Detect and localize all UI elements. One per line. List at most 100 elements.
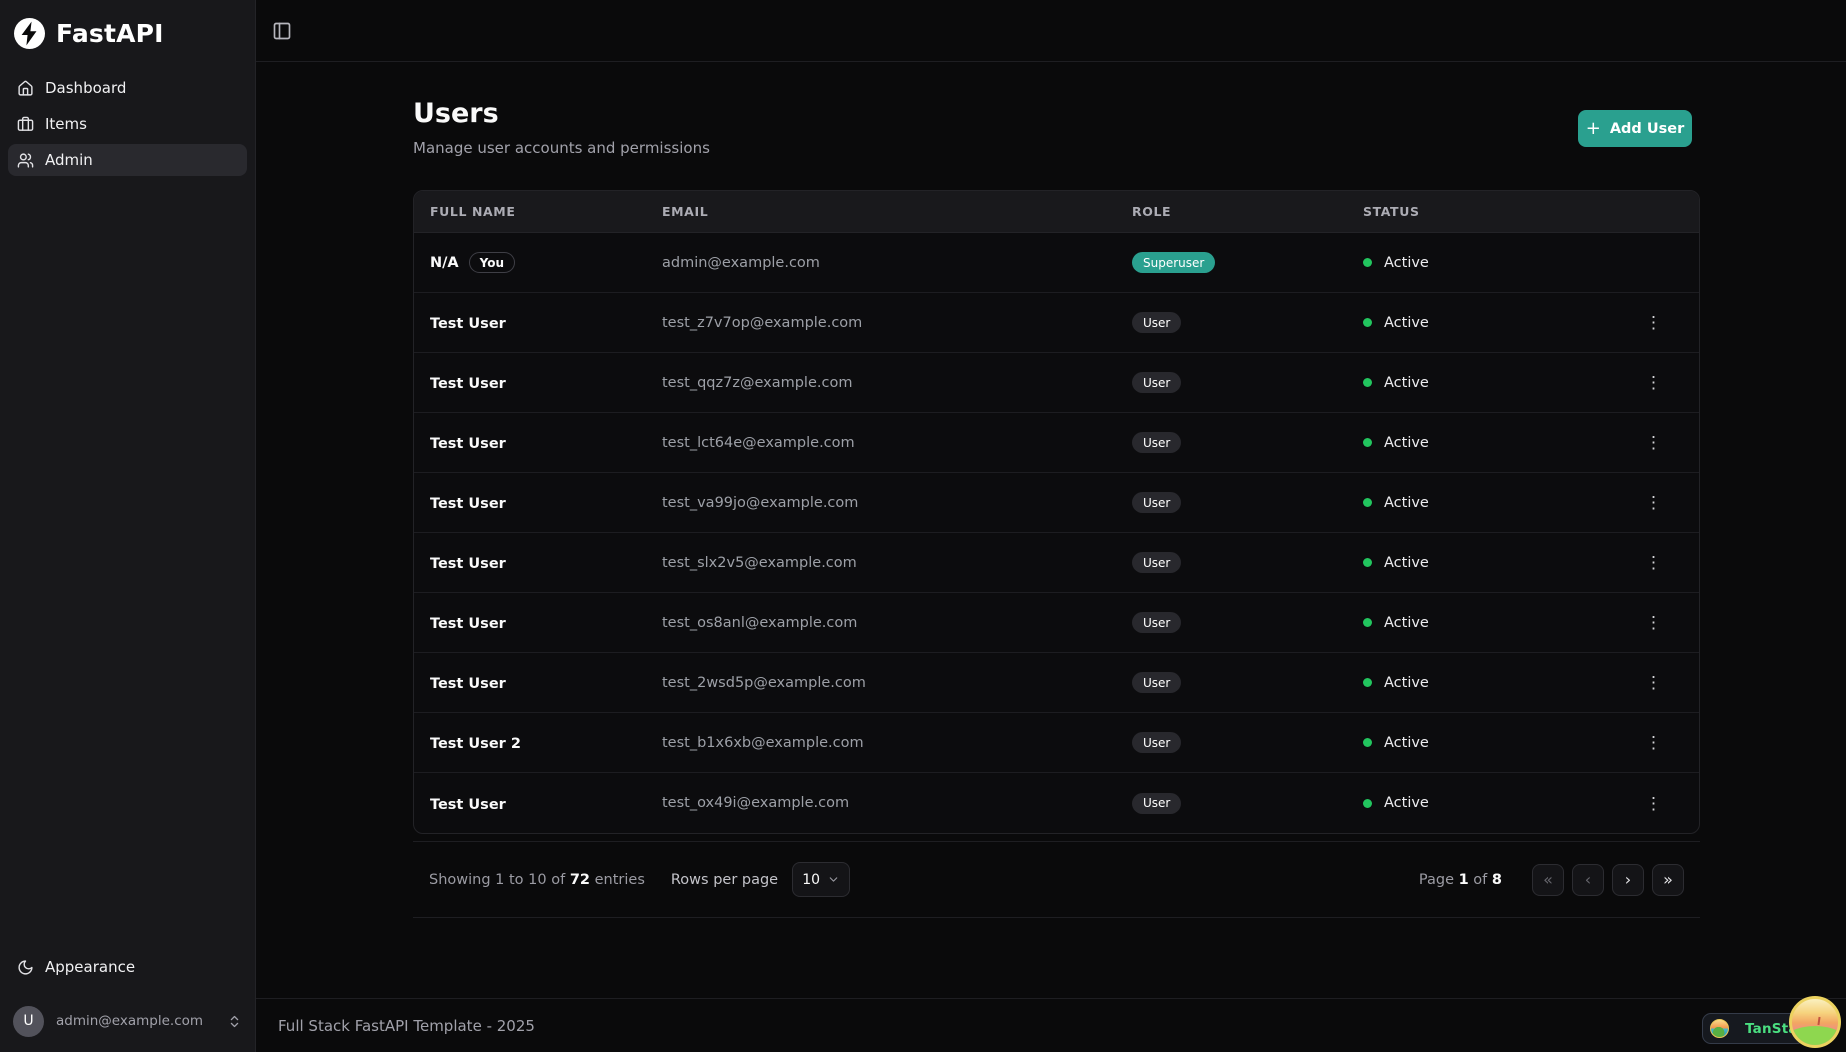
column-header-full-name: FULL NAME xyxy=(430,204,516,219)
user-email: admin@example.com xyxy=(662,254,820,271)
full-name-cell: Test User xyxy=(430,794,662,813)
topbar xyxy=(256,0,1846,62)
user-email: test_lct64e@example.com xyxy=(662,434,855,451)
fastapi-bolt-icon xyxy=(14,18,45,49)
sidebar-nav: Dashboard Items Admin xyxy=(8,72,247,176)
user-email: test_os8anl@example.com xyxy=(662,614,858,631)
role-badge: User xyxy=(1132,672,1182,694)
status-dot xyxy=(1363,318,1372,327)
row-actions-menu-button[interactable]: ⋮ xyxy=(1638,610,1669,635)
actions-cell: ⋮ xyxy=(1638,730,1683,755)
status-label: Active xyxy=(1384,314,1429,331)
role-badge: User xyxy=(1132,552,1182,574)
row-actions-menu-button[interactable]: ⋮ xyxy=(1638,550,1669,575)
status-dot xyxy=(1363,498,1372,507)
user-full-name: Test User xyxy=(430,796,506,813)
role-cell: Superuser xyxy=(1132,252,1363,274)
previous-page-button[interactable]: ‹ xyxy=(1572,863,1604,896)
status-cell: Active xyxy=(1363,375,1625,391)
actions-cell: ⋮ xyxy=(1638,610,1683,635)
pagination-bar: Showing 1 to 10 of 72 entries Rows per p… xyxy=(413,841,1700,918)
status-dot xyxy=(1363,438,1372,447)
status-label: Active xyxy=(1384,554,1429,571)
total-pages: 8 xyxy=(1491,871,1502,888)
role-badge: User xyxy=(1132,492,1182,514)
full-name-cell: Test User xyxy=(430,673,662,692)
status-cell: Active xyxy=(1363,555,1625,571)
status-cell: Active xyxy=(1363,675,1625,691)
status-dot xyxy=(1363,618,1372,627)
table-row: Test User 2 test_b1x6xb@example.com User… xyxy=(414,713,1699,773)
role-badge: User xyxy=(1132,732,1182,754)
tanstack-island-icon xyxy=(1710,1019,1729,1038)
status-dot xyxy=(1363,558,1372,567)
app-root: FastAPI Dashboard Items Admin Appearance… xyxy=(0,0,1846,1052)
footer-text: Full Stack FastAPI Template - 2025 xyxy=(278,1016,535,1035)
antenna-decoration xyxy=(1817,1017,1821,1026)
row-actions-menu-button[interactable]: ⋮ xyxy=(1638,791,1669,816)
role-cell: User xyxy=(1132,612,1363,634)
full-name-cell: Test User xyxy=(430,553,662,572)
actions-cell: ⋮ xyxy=(1638,430,1683,455)
actions-cell: ⋮ xyxy=(1638,550,1683,575)
role-badge: User xyxy=(1132,312,1182,334)
table-row: Test User test_lct64e@example.com User A… xyxy=(414,413,1699,473)
users-table: FULL NAME EMAIL ROLE STATUS N/A You admin… xyxy=(413,190,1700,834)
role-cell: User xyxy=(1132,372,1363,394)
full-name-cell: N/A You xyxy=(430,252,662,274)
moon-icon xyxy=(18,959,33,975)
status-label: Active xyxy=(1384,614,1429,631)
page-info-text: Page 1 of 8 xyxy=(1418,871,1502,888)
full-name-cell: Test User xyxy=(430,433,662,452)
row-actions-menu-button[interactable]: ⋮ xyxy=(1638,490,1669,515)
total-entries: 72 xyxy=(569,871,590,888)
row-actions-menu-button[interactable]: ⋮ xyxy=(1638,370,1669,395)
user-full-name: Test User xyxy=(430,616,506,632)
briefcase-icon xyxy=(17,116,34,131)
app-title: FastAPI xyxy=(56,19,164,48)
page-subtitle: Manage user accounts and permissions xyxy=(413,139,710,157)
user-menu-button[interactable]: U admin@example.com xyxy=(6,999,249,1043)
actions-cell: ⋮ xyxy=(1638,370,1683,395)
full-name-cell: Test User 2 xyxy=(430,733,662,752)
column-header-email: EMAIL xyxy=(662,204,709,219)
sidebar-item-items[interactable]: Items xyxy=(8,108,247,140)
status-dot xyxy=(1363,738,1372,747)
table-row: Test User test_z7v7op@example.com User A… xyxy=(414,293,1699,353)
last-page-button[interactable]: » xyxy=(1652,863,1684,896)
user-full-name: Test User xyxy=(430,496,506,512)
you-badge: You xyxy=(468,252,516,274)
sidebar-item-admin[interactable]: Admin xyxy=(8,144,247,176)
tanstack-logo-button[interactable] xyxy=(1789,996,1841,1048)
actions-cell: ⋮ xyxy=(1638,670,1683,695)
status-label: Active xyxy=(1384,434,1429,451)
user-email: test_slx2v5@example.com xyxy=(662,554,857,571)
row-actions-menu-button[interactable]: ⋮ xyxy=(1638,430,1669,455)
user-full-name: Test User xyxy=(430,376,506,392)
full-name-cell: Test User xyxy=(430,613,662,632)
user-email: test_b1x6xb@example.com xyxy=(662,734,864,751)
showing-entries-text: Showing 1 to 10 of 72 entries xyxy=(429,871,645,888)
status-cell: Active xyxy=(1363,735,1625,751)
full-name-cell: Test User xyxy=(430,493,662,512)
status-cell: Active xyxy=(1363,795,1625,811)
role-badge: User xyxy=(1132,792,1182,814)
sidebar-item-dashboard[interactable]: Dashboard xyxy=(8,72,247,104)
table-body: N/A You admin@example.com Superuser Activ… xyxy=(414,233,1699,833)
first-page-button[interactable]: « xyxy=(1532,863,1564,896)
status-label: Active xyxy=(1384,494,1429,511)
user-email: test_va99jo@example.com xyxy=(662,494,859,511)
chevron-down-icon xyxy=(829,877,838,882)
rows-per-page-label: Rows per page xyxy=(670,871,779,888)
row-actions-menu-button[interactable]: ⋮ xyxy=(1638,310,1669,335)
users-icon xyxy=(17,152,34,168)
appearance-button[interactable]: Appearance xyxy=(8,951,247,983)
row-actions-menu-button[interactable]: ⋮ xyxy=(1638,670,1669,695)
sidebar-toggle-button[interactable] xyxy=(272,21,292,41)
next-page-button[interactable]: › xyxy=(1612,863,1644,896)
status-label: Active xyxy=(1384,374,1429,391)
table-header-row: FULL NAME EMAIL ROLE STATUS xyxy=(414,191,1699,233)
rows-per-page-select[interactable]: 10 xyxy=(792,862,851,897)
add-user-button[interactable]: + Add User xyxy=(1578,110,1692,147)
row-actions-menu-button[interactable]: ⋮ xyxy=(1638,730,1669,755)
